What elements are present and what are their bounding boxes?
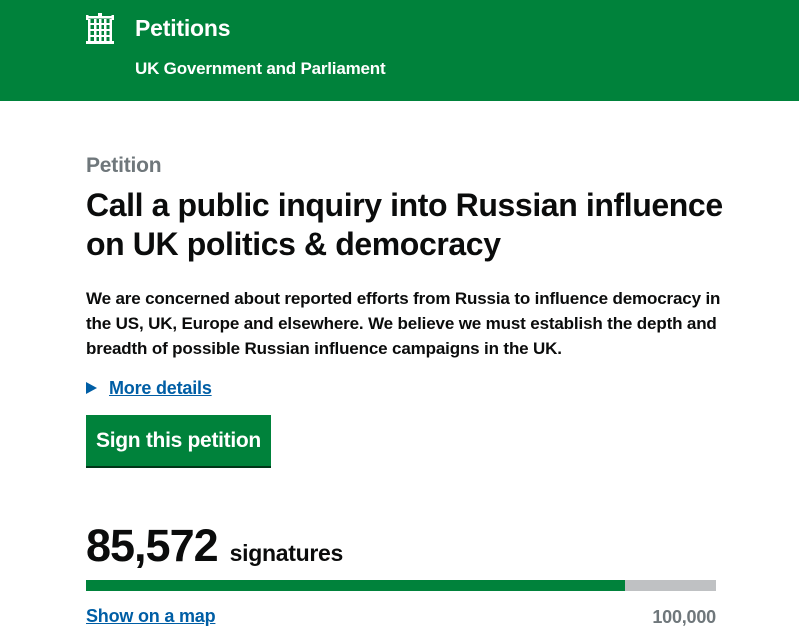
site-header: Petitions UK Government and Parliament (0, 0, 799, 101)
signature-progress-bar (86, 580, 716, 591)
more-details-link[interactable]: More details (109, 378, 212, 399)
more-details-toggle[interactable]: More details (86, 376, 212, 400)
site-title-link[interactable]: Petitions (135, 15, 231, 42)
petition-caption: Petition (86, 154, 162, 177)
sign-petition-button[interactable]: Sign this petition (86, 415, 271, 466)
disclosure-triangle-icon (86, 382, 97, 394)
show-on-map-link[interactable]: Show on a map (86, 606, 216, 627)
signature-count-row: 85,572 signatures (86, 520, 343, 572)
petition-summary: We are concerned about reported efforts … (86, 289, 721, 358)
petition-title: Call a public inquiry into Russian influ… (86, 187, 723, 262)
portcullis-icon[interactable] (86, 13, 114, 44)
site-subtitle-link[interactable]: UK Government and Parliament (135, 59, 386, 79)
signature-count-label: signatures (229, 540, 344, 566)
signature-progress-fill (86, 580, 626, 591)
signature-target: 100,000 (652, 607, 716, 627)
signature-count: 85,572 (86, 520, 219, 571)
